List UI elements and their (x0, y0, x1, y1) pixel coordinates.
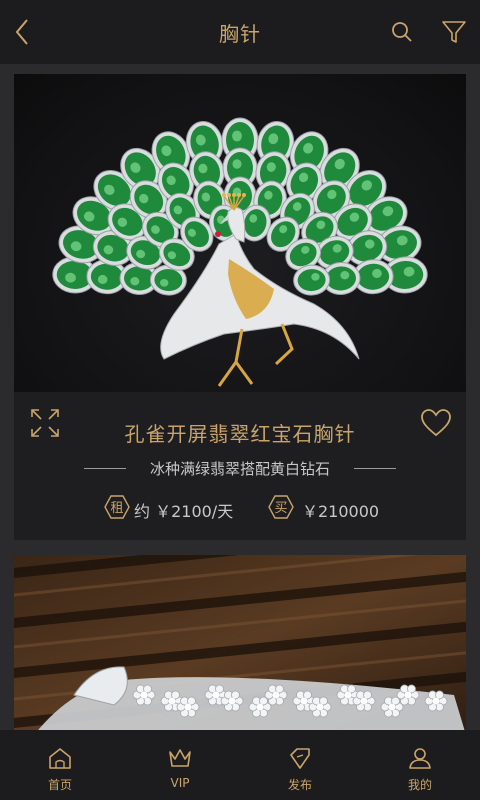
nav-publish[interactable]: 发布 (240, 730, 360, 800)
rent-badge-icon: 租 (104, 495, 130, 519)
nav-home[interactable]: 首页 (0, 730, 120, 800)
nav-mine[interactable]: 我的 (360, 730, 480, 800)
peacock-brooch-image (52, 117, 428, 387)
price-row: 租 约 ￥2100/天 买 ￥210000 (14, 494, 466, 521)
favorite-button[interactable] (420, 408, 452, 440)
screen: 胸针 孔雀开屏翡翠红宝石胸针 冰种满绿翡翠搭配黄白钻石 租 约 ￥2100/天 … (0, 0, 480, 800)
expand-button[interactable] (30, 408, 60, 438)
product-subtitle-row: 冰种满绿翡翠搭配黄白钻石 (84, 458, 396, 478)
divider (353, 467, 396, 469)
buy-price: ￥210000 (302, 502, 380, 521)
top-bar: 胸针 (0, 0, 480, 64)
product-card[interactable] (14, 555, 466, 735)
rent-price: 约 ￥2100/天 (134, 502, 234, 521)
buy-badge-label: 买 (274, 501, 287, 516)
heart-icon (421, 409, 451, 437)
product-name: 孔雀开屏翡翠红宝石胸针 (124, 422, 356, 446)
bottom-nav: 首页 VIP 发布 我的 (0, 730, 480, 800)
search-button[interactable] (388, 18, 416, 46)
product-subtitle: 冰种满绿翡翠搭配黄白钻石 (149, 459, 330, 478)
chevron-left-icon (15, 19, 28, 45)
user-icon (409, 748, 431, 769)
nav-mine-label: 我的 (407, 778, 432, 792)
expand-icon (31, 409, 59, 437)
search-icon (392, 22, 412, 42)
crown-icon (169, 749, 191, 767)
filter-icon (442, 21, 466, 43)
buy-badge-icon: 买 (268, 495, 294, 519)
nav-vip[interactable]: VIP (120, 730, 240, 800)
tag-icon (290, 748, 310, 769)
back-button[interactable] (8, 14, 36, 50)
filter-button[interactable] (440, 18, 468, 46)
page-title: 胸针 (219, 21, 261, 46)
home-icon (49, 748, 71, 769)
nav-publish-label: 发布 (287, 778, 312, 792)
product-card[interactable]: 孔雀开屏翡翠红宝石胸针 冰种满绿翡翠搭配黄白钻石 租 约 ￥2100/天 买 ￥… (14, 74, 466, 540)
rent-badge-label: 租 (110, 501, 123, 516)
product-image[interactable] (14, 74, 466, 392)
product-image[interactable] (14, 555, 466, 735)
nav-home-label: 首页 (47, 778, 72, 792)
diamond-tiara-image (14, 555, 466, 735)
nav-vip-label: VIP (170, 776, 190, 790)
divider (84, 467, 126, 469)
